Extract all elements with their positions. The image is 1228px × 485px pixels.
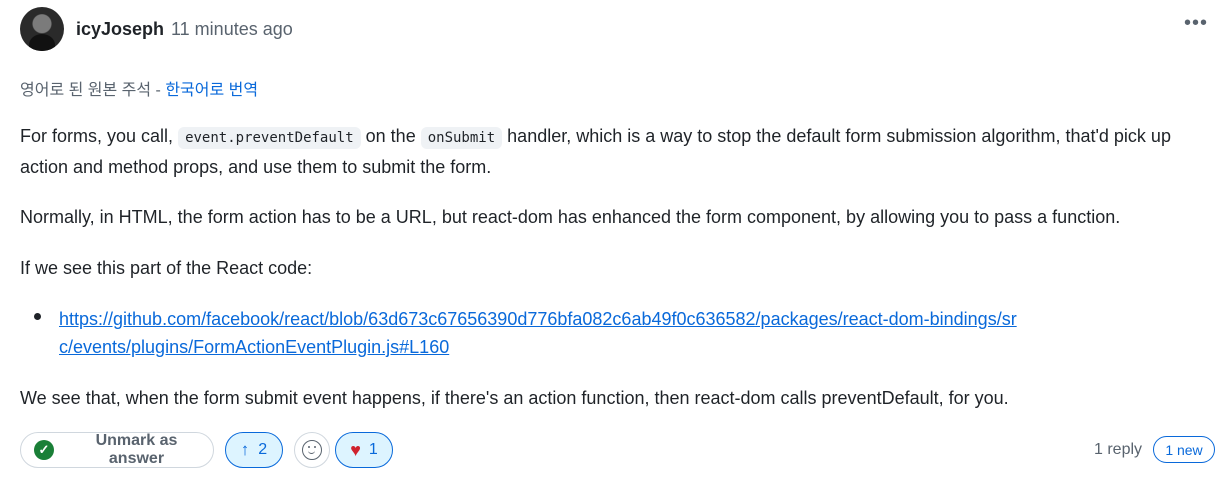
discussion-comment: icyJoseph 11 minutes ago ••• 영어로 된 원본 주석… bbox=[0, 0, 1228, 485]
comment-header: icyJoseph 11 minutes ago ••• bbox=[20, 7, 1210, 51]
smiley-mouth bbox=[308, 449, 315, 454]
add-reaction-button[interactable] bbox=[294, 432, 330, 468]
paragraph-1-text-a: For forms, you call, bbox=[20, 126, 174, 146]
upvote-count: 2 bbox=[258, 441, 268, 458]
paragraph-1-text-b: on the bbox=[365, 126, 416, 146]
translation-note-prefix: 영어로 된 원본 주석 - bbox=[20, 82, 161, 99]
arrow-up-icon: ↑ bbox=[240, 440, 250, 459]
comment-paragraph-4: We see that, when the form submit event … bbox=[20, 388, 1009, 408]
heart-reaction-button[interactable]: ♥ 1 bbox=[335, 432, 393, 468]
comment-paragraph-3: If we see this part of the React code: bbox=[20, 258, 313, 278]
more-horizontal-icon[interactable]: ••• bbox=[1182, 11, 1210, 35]
avatar[interactable] bbox=[20, 7, 64, 51]
comment-time[interactable]: 11 minutes ago bbox=[171, 19, 293, 40]
heart-count: 1 bbox=[368, 441, 378, 458]
bullet-icon bbox=[34, 313, 41, 320]
comment-paragraph-1: For forms, you call, event.preventDefaul… bbox=[20, 122, 1208, 182]
unmark-answer-label: Unmark as answer bbox=[95, 432, 178, 467]
inline-code-prevent-default: event.preventDefault bbox=[178, 127, 361, 149]
translate-link[interactable]: 한국어로 번역 bbox=[165, 82, 258, 99]
unmark-answer-button[interactable]: ✓ Unmark as answer bbox=[20, 432, 214, 468]
author-name[interactable]: icyJoseph bbox=[76, 19, 164, 40]
check-circle-icon: ✓ bbox=[34, 440, 54, 460]
comment-actions: ✓ Unmark as answer ↑ 2 ♥ 1 1 reply 1 new bbox=[20, 432, 1216, 470]
comment-paragraph-2: Normally, in HTML, the form action has t… bbox=[20, 207, 1121, 227]
translation-note: 영어로 된 원본 주석 - 한국어로 번역 bbox=[20, 76, 258, 100]
reply-count[interactable]: 1 reply bbox=[1094, 441, 1142, 459]
heart-icon: ♥ bbox=[350, 439, 361, 460]
react-source-link[interactable]: https://github.com/facebook/react/blob/6… bbox=[59, 305, 1029, 361]
smiley-icon bbox=[302, 440, 322, 460]
new-replies-badge[interactable]: 1 new bbox=[1153, 436, 1215, 463]
inline-code-onsubmit: onSubmit bbox=[420, 127, 503, 149]
upvote-button[interactable]: ↑ 2 bbox=[225, 432, 283, 468]
